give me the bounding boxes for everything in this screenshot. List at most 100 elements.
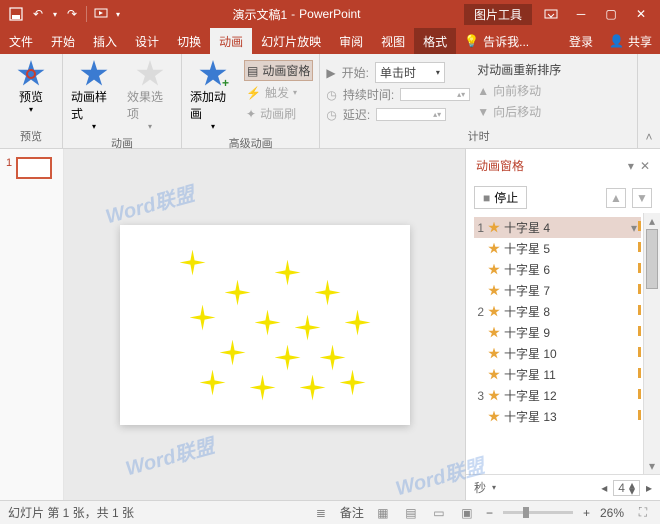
save-icon[interactable] [6, 4, 26, 24]
start-slideshow-icon[interactable] [91, 4, 111, 24]
move-up-button[interactable]: ▲ [606, 188, 626, 208]
anim-item[interactable]: 1十字星 4▾ [474, 217, 641, 238]
star-icon [488, 285, 500, 297]
scroll-down-icon[interactable]: ▾ [644, 458, 660, 474]
slideshow-view-icon[interactable]: ▣ [458, 505, 476, 521]
anim-item[interactable]: 十字星 13 [474, 406, 641, 427]
four-point-star[interactable] [200, 370, 226, 396]
four-point-star[interactable] [320, 345, 346, 371]
thumbnail-1[interactable]: 1 [6, 157, 57, 179]
reading-view-icon[interactable]: ▭ [430, 505, 448, 521]
anim-item[interactable]: 十字星 10 [474, 343, 641, 364]
pane-title: 动画窗格 [476, 157, 524, 174]
anim-name: 十字星 10 [504, 345, 557, 362]
scroll-up-icon[interactable]: ▴ [644, 213, 660, 229]
four-point-star[interactable] [220, 340, 246, 366]
undo-icon[interactable]: ↶ [28, 4, 48, 24]
share-button[interactable]: 👤共享 [601, 33, 660, 50]
star-icon [488, 222, 500, 234]
anim-item[interactable]: 十字星 6 [474, 259, 641, 280]
zoom-out-icon[interactable]: − [486, 506, 493, 520]
add-animation-button[interactable]: + 添加动画▾ [188, 58, 238, 133]
tab-review[interactable]: 审阅 [330, 28, 372, 54]
tab-animation[interactable]: 动画 [210, 28, 252, 54]
four-point-star[interactable] [345, 310, 371, 336]
pane-menu-icon[interactable]: ▾ [628, 159, 634, 173]
undo-dropdown-icon[interactable]: ▾ [50, 4, 60, 24]
four-point-star[interactable] [295, 315, 321, 341]
move-down-button[interactable]: ▼ [632, 188, 652, 208]
doc-name: 演示文稿1 [232, 6, 287, 23]
minimize-button[interactable]: ─ [568, 4, 594, 24]
redo-icon[interactable]: ↷ [62, 4, 82, 24]
tab-format[interactable]: 格式 [414, 28, 456, 54]
tab-slideshow[interactable]: 幻灯片放映 [252, 28, 330, 54]
close-button[interactable]: ✕ [628, 4, 654, 24]
four-point-star[interactable] [250, 375, 276, 401]
timeline-left-icon[interactable]: ◂ [601, 481, 607, 495]
tab-transition[interactable]: 切换 [168, 28, 210, 54]
star-icon [17, 60, 45, 88]
notes-button[interactable]: ≣ [312, 505, 330, 521]
animation-list[interactable]: 1十字星 4▾十字星 5十字星 6十字星 72十字星 8十字星 9 十字星 10 十… [466, 213, 643, 474]
delay-input[interactable]: ▴▾ [376, 108, 446, 121]
timeline-spinner[interactable]: 4▴▾ [613, 480, 640, 496]
thumb-number: 1 [6, 157, 12, 169]
four-point-star[interactable] [275, 260, 301, 286]
tab-design[interactable]: 设计 [126, 28, 168, 54]
ribbon-options-icon[interactable] [538, 4, 564, 24]
signin-button[interactable]: 登录 [561, 33, 601, 50]
start-dropdown[interactable]: 单击时▾ [375, 62, 445, 83]
fit-window-icon[interactable]: ⛶ [634, 505, 652, 521]
anim-item[interactable]: 十字星 11 [474, 364, 641, 385]
duration-input[interactable]: ▴▾ [400, 88, 470, 101]
timeline-right-icon[interactable]: ▸ [646, 481, 652, 495]
tell-me[interactable]: 💡告诉我... [456, 33, 537, 50]
star-icon [80, 60, 108, 88]
slide-canvas[interactable]: Word联盟 Word联盟 Word联盟 [64, 149, 465, 500]
four-point-star[interactable] [190, 305, 216, 331]
zoom-slider[interactable] [503, 511, 573, 514]
tab-home[interactable]: 开始 [42, 28, 84, 54]
preview-button[interactable]: 预览▾ [6, 58, 56, 116]
sorter-view-icon[interactable]: ▤ [402, 505, 420, 521]
window-title: 演示文稿1 - PowerPoint [129, 6, 464, 23]
four-point-star[interactable] [225, 280, 251, 306]
star-icon [488, 306, 500, 318]
pane-close-icon[interactable]: ✕ [640, 159, 650, 173]
collapse-ribbon-icon[interactable]: ˄ [638, 54, 660, 148]
four-point-star[interactable] [340, 370, 366, 396]
scrollbar[interactable]: ▴ ▾ [643, 213, 660, 474]
anim-item[interactable]: 十字星 9 [474, 322, 641, 343]
scroll-thumb[interactable] [646, 229, 658, 289]
tab-insert[interactable]: 插入 [84, 28, 126, 54]
four-point-star[interactable] [300, 375, 326, 401]
ribbon-tabs: 文件 开始 插入 设计 切换 动画 幻灯片放映 审阅 视图 格式 💡告诉我...… [0, 28, 660, 54]
slide[interactable] [120, 225, 410, 425]
four-point-star[interactable] [315, 280, 341, 306]
zoom-level[interactable]: 26% [600, 506, 624, 520]
notes-label[interactable]: 备注 [340, 504, 364, 521]
anim-item[interactable]: 2十字星 8 [474, 301, 641, 322]
star-icon [488, 390, 500, 402]
animation-pane-button[interactable]: ▤动画窗格 [244, 60, 313, 81]
stop-button[interactable]: ■停止 [474, 186, 527, 209]
normal-view-icon[interactable]: ▦ [374, 505, 392, 521]
anim-name: 十字星 4 [504, 219, 550, 236]
maximize-button[interactable]: ▢ [598, 4, 624, 24]
play-icon: ▶ [326, 66, 335, 80]
animation-pane: 动画窗格 ▾ ✕ ■停止 ▲ ▼ 1十字星 4▾十字星 5十字星 6十字星 72十… [465, 149, 660, 500]
zoom-in-icon[interactable]: + [583, 506, 590, 520]
tab-view[interactable]: 视图 [372, 28, 414, 54]
animation-style-button[interactable]: 动画样式▾ [69, 58, 119, 133]
up-icon: ▲ [477, 84, 489, 98]
star-icon [488, 243, 500, 255]
qat-customize-icon[interactable]: ▾ [113, 4, 123, 24]
four-point-star[interactable] [255, 310, 281, 336]
anim-item[interactable]: 3十字星 12 [474, 385, 641, 406]
anim-item[interactable]: 十字星 7 [474, 280, 641, 301]
four-point-star[interactable] [275, 345, 301, 371]
tab-file[interactable]: 文件 [0, 28, 42, 54]
four-point-star[interactable] [180, 250, 206, 276]
anim-item[interactable]: 十字星 5 [474, 238, 641, 259]
